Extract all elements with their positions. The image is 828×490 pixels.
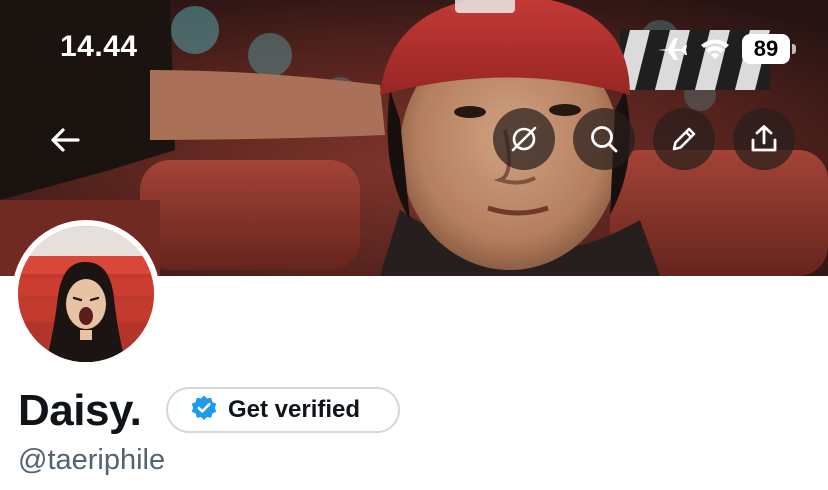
battery-icon: 89	[742, 34, 796, 64]
edit-button[interactable]	[653, 108, 715, 170]
airplane-icon	[656, 36, 688, 62]
wifi-icon	[700, 37, 730, 61]
share-icon	[748, 123, 780, 155]
back-button[interactable]	[40, 118, 90, 162]
arrow-left-icon	[50, 127, 80, 153]
status-icons: 89	[656, 34, 796, 64]
user-handle: @taeriphile	[18, 444, 166, 476]
profile-page: 14.44 89 Daisy. Get verified @taeriphile	[0, 0, 828, 490]
grok-icon	[508, 123, 540, 155]
search-icon	[588, 123, 620, 155]
get-verified-button[interactable]: Get verified	[166, 387, 400, 433]
verified-badge-icon	[190, 394, 218, 427]
search-button[interactable]	[573, 108, 635, 170]
profile-avatar[interactable]	[12, 220, 160, 368]
avatar-image	[18, 226, 154, 362]
status-time: 14.44	[60, 30, 138, 63]
battery-level: 89	[742, 34, 790, 64]
edit-icon	[668, 123, 700, 155]
grok-button[interactable]	[493, 108, 555, 170]
battery-tip	[792, 44, 796, 54]
get-verified-label: Get verified	[228, 396, 361, 423]
share-button[interactable]	[733, 108, 795, 170]
display-name: Daisy.	[18, 386, 142, 435]
